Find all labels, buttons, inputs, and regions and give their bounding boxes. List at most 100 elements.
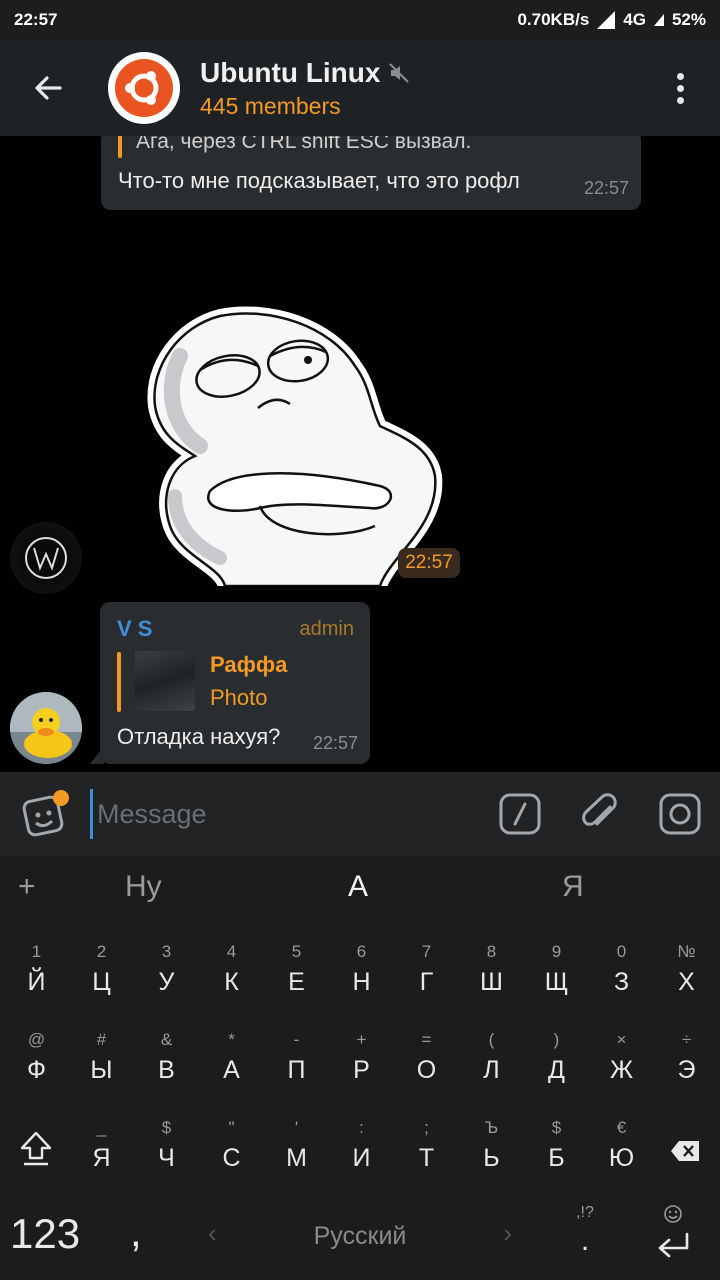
letter-key[interactable]: № Х [654, 942, 719, 1030]
letter-key[interactable]: ' М [264, 1118, 329, 1206]
watchdogs-logo-icon [25, 537, 67, 579]
new-sticker-badge [53, 790, 69, 806]
slash-command-icon [499, 793, 541, 835]
letter-key[interactable]: ) Д [524, 1030, 589, 1118]
letter-key[interactable]: ЪЬ [459, 1118, 524, 1206]
key-char: П [287, 1056, 306, 1084]
enter-key[interactable] [648, 1196, 708, 1276]
sticker-button[interactable] [0, 772, 90, 856]
key-alt-char: 5 [291, 942, 302, 961]
user-avatar[interactable] [10, 522, 82, 594]
key-alt-char: # [96, 1030, 107, 1049]
letter-key[interactable]: (Л [459, 1030, 524, 1118]
chat-header: Ubuntu Linux 445 members [0, 40, 720, 136]
key-char: Е [288, 968, 305, 996]
group-avatar[interactable] [108, 52, 180, 124]
suggestion-item[interactable]: Ну [125, 870, 162, 904]
suggestion-item[interactable]: А [348, 870, 368, 904]
key-char: Ь [483, 1144, 500, 1172]
status-time: 22:57 [14, 10, 58, 29]
punctuation-alt: ,!? [576, 1204, 594, 1221]
spacebar[interactable]: ‹ Русский › [190, 1196, 530, 1276]
message-bubble[interactable]: V S admin Раффа Photo Отладка нахуя? 22:… [100, 602, 370, 764]
letter-key[interactable]: 9Щ [524, 942, 589, 1030]
battery-level: 52% [671, 10, 706, 29]
suggestion-item[interactable]: Я [562, 870, 584, 904]
user-avatar[interactable] [10, 692, 82, 764]
letter-key[interactable]: 3У [134, 942, 199, 1030]
menu-dot [676, 96, 684, 104]
keyboard-plus-button[interactable]: + [18, 870, 36, 904]
key-char: Ф [26, 1056, 46, 1084]
letter-key[interactable]: $ Ч [134, 1118, 199, 1206]
letter-key[interactable]: _ Я [69, 1118, 134, 1206]
letter-key[interactable]: 5Е [264, 942, 329, 1030]
smiley-icon [664, 1205, 682, 1223]
status-bar: 22:57 0.70KB/s 4G 52% [0, 0, 720, 40]
more-menu-button[interactable] [640, 72, 720, 104]
backspace-key[interactable] [652, 1118, 717, 1206]
reply-quote[interactable]: Ага, через CTRL shift ESC вызвал. [136, 136, 471, 154]
letter-key[interactable]: ; Т [394, 1118, 459, 1206]
letter-key[interactable]: 1Й [4, 942, 69, 1030]
key-alt-char: 4 [226, 942, 237, 961]
letter-key[interactable]: = О [394, 1030, 459, 1118]
letter-key[interactable]: -П [264, 1030, 329, 1118]
message-input[interactable] [90, 789, 480, 839]
comma-key[interactable]: , [130, 1208, 142, 1256]
shift-key[interactable] [4, 1118, 69, 1206]
letter-key[interactable]: + Р [329, 1030, 394, 1118]
key-char: Б [548, 1144, 565, 1172]
numbers-key[interactable]: 123 [10, 1210, 80, 1258]
letter-key[interactable]: 2Ц [69, 942, 134, 1030]
key-alt-char: 6 [356, 942, 367, 961]
key-alt-char: " [228, 1118, 235, 1137]
cell-signal-icon [653, 14, 664, 26]
letter-key[interactable]: 0З [589, 942, 654, 1030]
letter-key[interactable]: € Ю [589, 1118, 654, 1206]
reply-author[interactable]: Раффа [210, 652, 287, 678]
camera-button[interactable] [640, 772, 720, 856]
letter-key[interactable]: 7Г [394, 942, 459, 1030]
key-alt-char: * [228, 1030, 235, 1049]
message-bubble[interactable]: Ага, через CTRL shift ESC вызвал. Что-то… [101, 136, 641, 210]
letter-key[interactable]: @ Ф [4, 1030, 69, 1118]
key-alt-char: ( [488, 1030, 495, 1049]
letter-key[interactable]: 8Ш [459, 942, 524, 1030]
header-info[interactable]: Ubuntu Linux 445 members [200, 57, 640, 120]
key-char: Ю [608, 1144, 635, 1172]
key-char: З [613, 968, 630, 996]
letter-key[interactable]: × Ж [589, 1030, 654, 1118]
paperclip-icon [582, 793, 617, 826]
message-list[interactable]: Ага, через CTRL shift ESC вызвал. Что-то… [0, 136, 720, 772]
letter-key[interactable]: 4К [199, 942, 264, 1030]
keyboard-row-1: 1 Й 2 Ц 3 У 4 К 5 Е 6 Н 7 Г 8 Ш 9 Щ 0 З № Х [0, 942, 720, 1030]
key-alt-char: × [616, 1030, 627, 1049]
backspace-icon [671, 1141, 699, 1161]
letter-key[interactable]: * А [199, 1030, 264, 1118]
letter-key[interactable]: # Ы [69, 1030, 134, 1118]
sticker-image[interactable] [140, 296, 450, 586]
reply-bar [118, 136, 122, 158]
punctuation-key[interactable]: ,!? . [560, 1196, 610, 1276]
reply-type[interactable]: Photo [210, 685, 268, 711]
bot-commands-button[interactable] [480, 772, 560, 856]
attach-button[interactable] [560, 772, 640, 856]
key-alt-char: : [359, 1118, 364, 1137]
key-alt-char: = [421, 1030, 432, 1049]
key-char: Ч [158, 1144, 175, 1172]
letter-key[interactable]: " С [199, 1118, 264, 1206]
reply-bar [117, 652, 121, 712]
sender-name[interactable]: V S [117, 616, 152, 642]
letter-key[interactable]: ÷ Э [654, 1030, 719, 1118]
letter-key[interactable]: :И [329, 1118, 394, 1206]
letter-key[interactable]: 6Н [329, 942, 394, 1030]
more-vertical-icon [676, 72, 684, 80]
keyboard-bottom-row: 123 , ‹ Русский › ,!? . [0, 1196, 720, 1280]
bubble-tail [90, 746, 104, 764]
letter-key[interactable]: & В [134, 1030, 199, 1118]
key-alt-char: 8 [486, 942, 497, 961]
letter-key[interactable]: $ Б [524, 1118, 589, 1206]
back-button[interactable] [0, 40, 96, 136]
reply-photo-thumbnail[interactable] [135, 651, 195, 711]
